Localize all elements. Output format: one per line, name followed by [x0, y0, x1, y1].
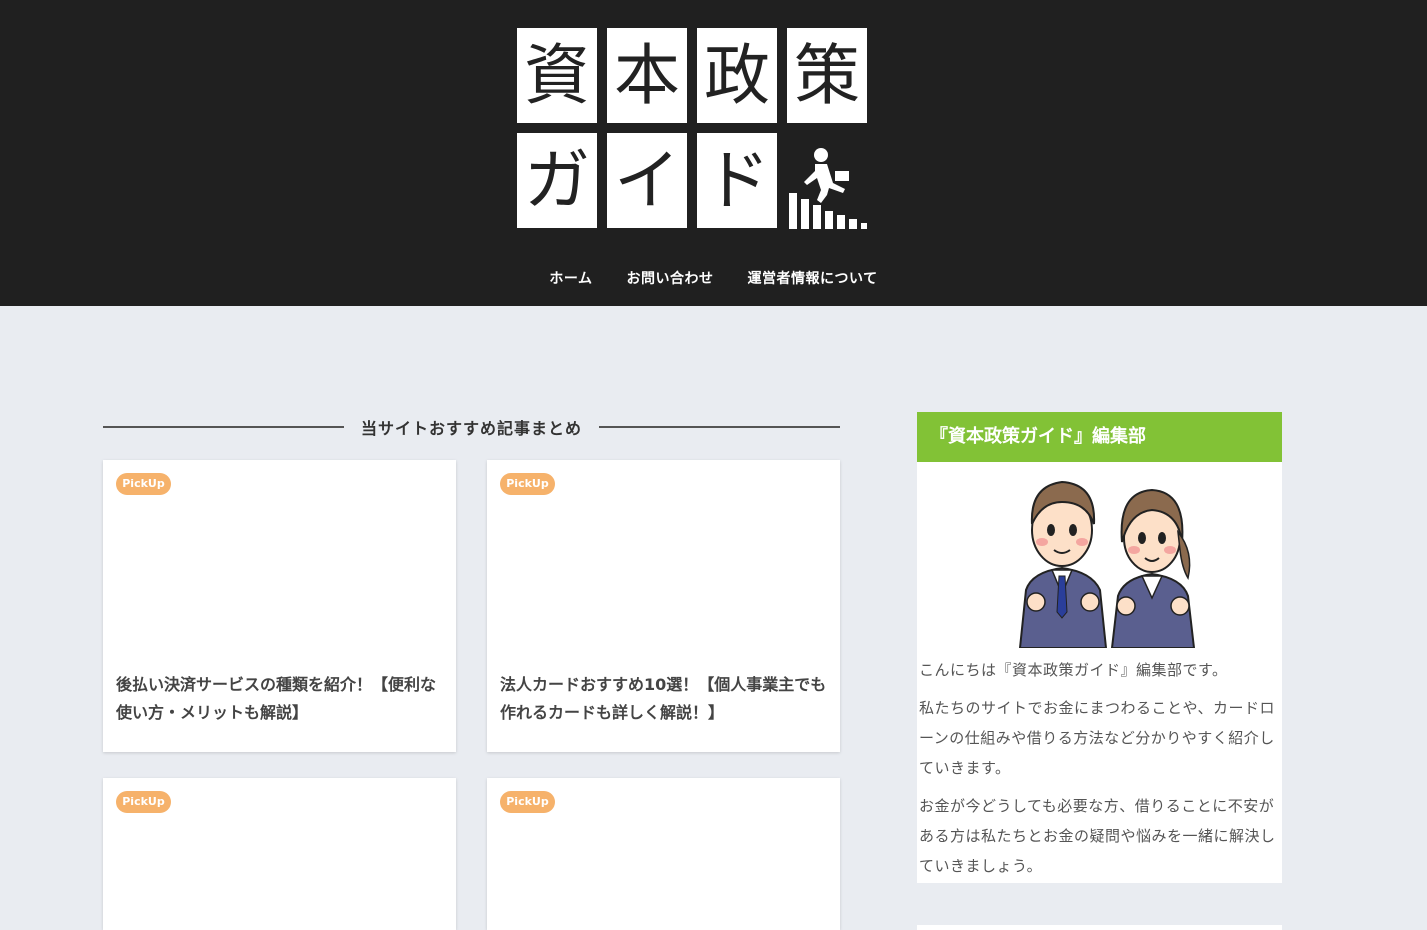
two-business-people-illustration	[1018, 480, 1196, 648]
sidebar-widget	[917, 925, 1282, 930]
article-card[interactable]: PickUp 後払い決済サービスの種類を紹介！【便利な使い方・メリットも解説】	[103, 460, 456, 752]
logo-char: 本	[607, 28, 687, 123]
editorial-profile-widget: 『資本政策ガイド』編集部 こんにちは『資本政策ガイド』編集部です。 私たちのサイ…	[917, 412, 1282, 883]
pickup-badge: PickUp	[116, 791, 171, 813]
site-logo[interactable]: 資 本 政 策 ガ イ ド	[517, 28, 867, 229]
heading-divider	[103, 426, 344, 428]
logo-char: ガ	[517, 133, 597, 228]
pickup-badge: PickUp	[116, 473, 171, 495]
widget-intro-text: こんにちは『資本政策ガイド』編集部です。 私たちのサイトでお金にまつわることや、…	[919, 655, 1279, 889]
nav-item-about-operator[interactable]: 運営者情報について	[731, 268, 895, 290]
logo-char: ド	[697, 133, 777, 228]
climbing-stairs-runner-icon	[789, 148, 867, 229]
nav-item-home[interactable]: ホーム	[532, 268, 609, 290]
article-title[interactable]: 法人カードおすすめ10選！【個人事業主でも作れるカードも詳しく解説！】	[500, 671, 830, 727]
widget-title: 『資本政策ガイド』編集部	[917, 412, 1282, 462]
logo-char: 策	[787, 28, 867, 123]
intro-paragraph: 私たちのサイトでお金にまつわることや、カードローンの仕組みや借りる方法など分かり…	[919, 699, 1276, 777]
article-card[interactable]: PickUp 法人カードおすすめ10選！【個人事業主でも作れるカードも詳しく解説…	[487, 460, 840, 752]
intro-paragraph: こんにちは『資本政策ガイド』編集部です。	[919, 661, 1228, 679]
heading-divider	[599, 426, 841, 428]
nav-item-contact[interactable]: お問い合わせ	[610, 268, 731, 290]
logo-char: イ	[607, 133, 687, 228]
article-card[interactable]: PickUp	[103, 778, 456, 930]
logo-char: 政	[697, 28, 777, 123]
pickup-badge: PickUp	[500, 473, 555, 495]
intro-paragraph: お金が今どうしても必要な方、借りることに不安がある方は私たちとお金の疑問や悩みを…	[919, 797, 1276, 875]
section-heading-text: 当サイトおすすめ記事まとめ	[361, 419, 583, 438]
article-card[interactable]: PickUp	[487, 778, 840, 930]
section-heading: 当サイトおすすめ記事まとめ	[103, 414, 841, 440]
site-header: 資 本 政 策 ガ イ ド ホーム お問い合わせ 運営者情報について	[0, 0, 1427, 306]
main-nav: ホーム お問い合わせ 運営者情報について	[0, 268, 1427, 290]
logo-char: 資	[517, 28, 597, 123]
pickup-badge: PickUp	[500, 791, 555, 813]
article-title[interactable]: 後払い決済サービスの種類を紹介！【便利な使い方・メリットも解説】	[116, 671, 446, 727]
